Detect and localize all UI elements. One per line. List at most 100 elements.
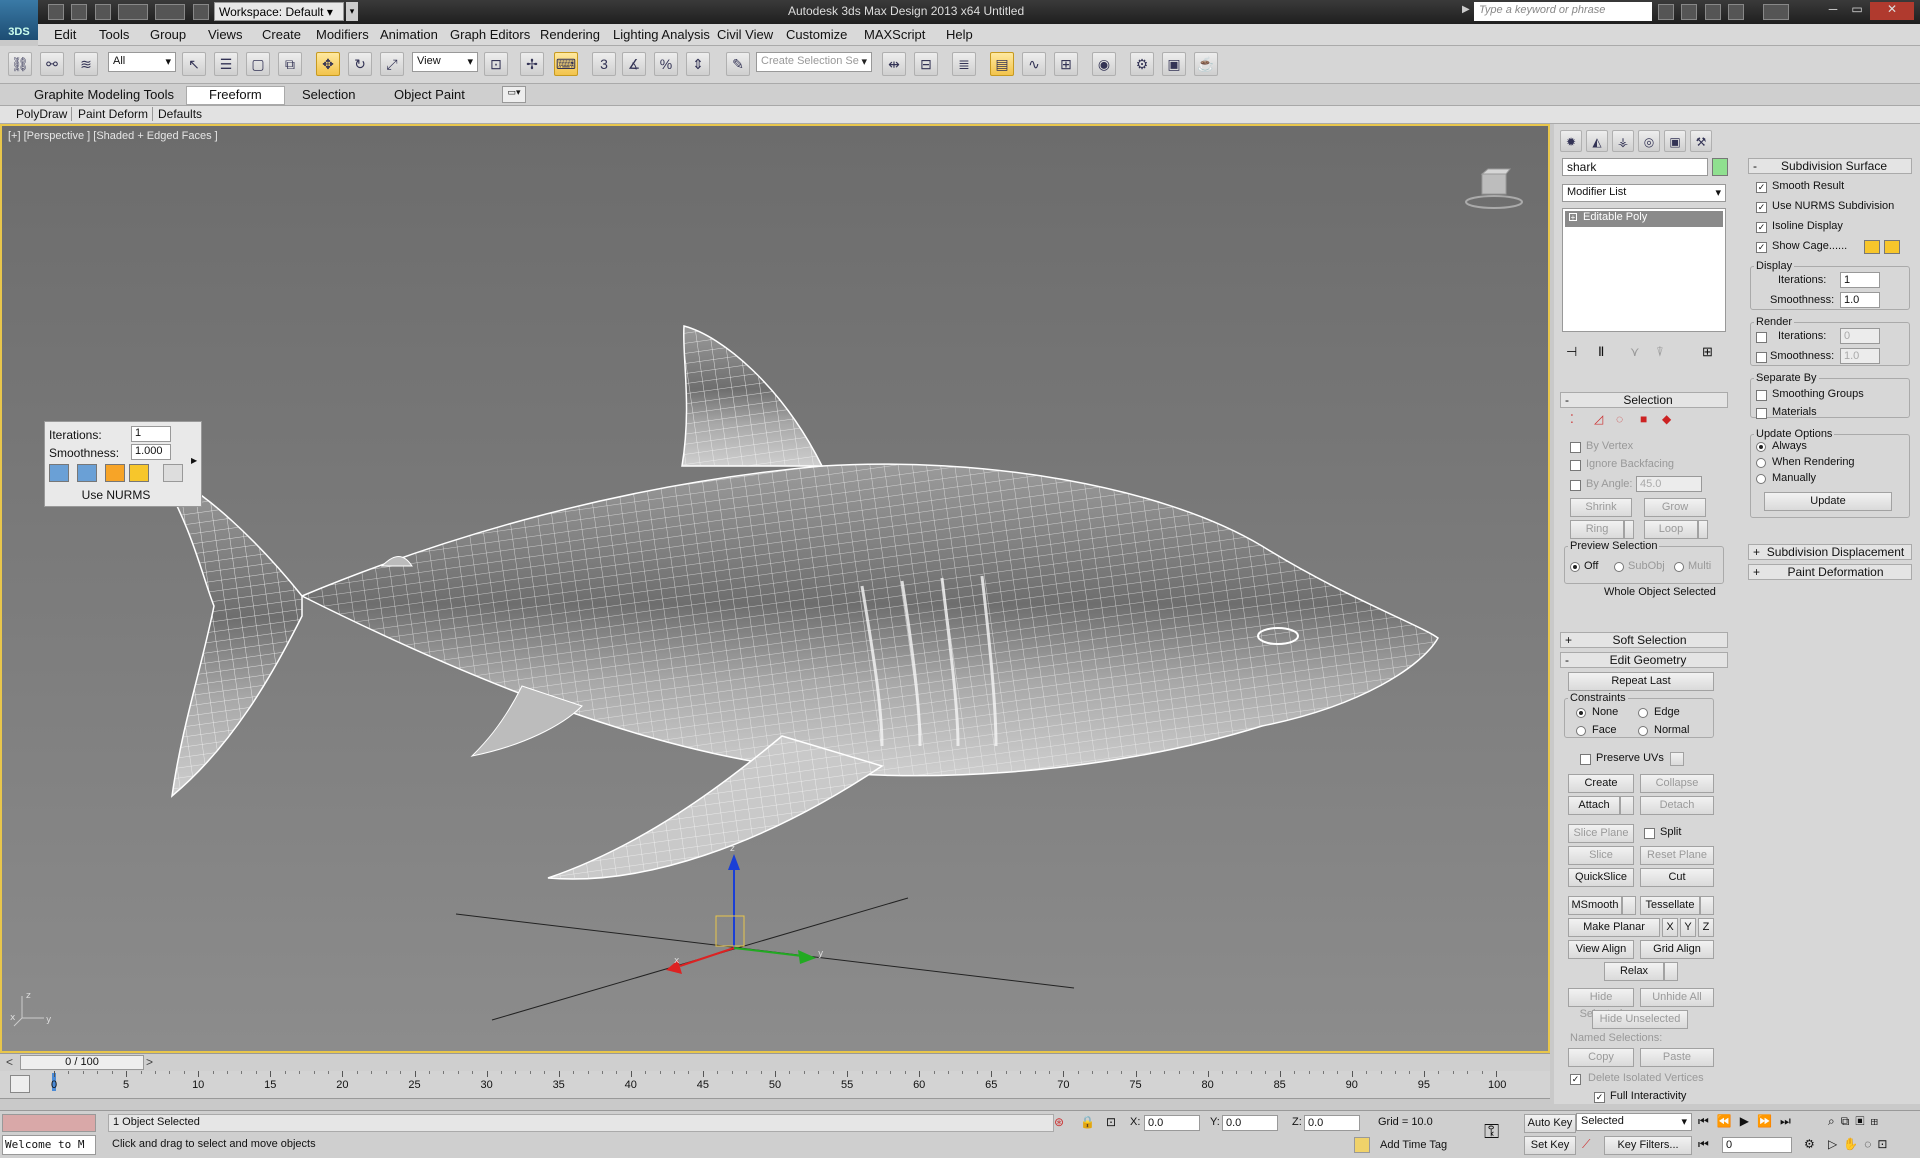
new-file-icon[interactable] <box>48 4 64 20</box>
current-frame-input[interactable]: 0 <box>1722 1137 1792 1153</box>
paint-deformation-header[interactable]: + Paint Deformation <box>1748 564 1912 580</box>
selection-region-icon[interactable]: ▢ <box>246 52 270 76</box>
zoom-all-icon[interactable]: ⧉ <box>1841 1114 1856 1128</box>
constraint-face-radio[interactable] <box>1576 726 1586 736</box>
search-expand-icon[interactable]: ▶ <box>1462 4 1470 15</box>
preview-subobj-radio[interactable] <box>1614 562 1624 572</box>
bind-space-warp-icon[interactable]: ≋ <box>74 52 98 76</box>
render-setup-icon[interactable]: ⚙ <box>1130 52 1154 76</box>
reset-plane-button[interactable]: Reset Plane <box>1640 846 1714 865</box>
slice-plane-button[interactable]: Slice Plane <box>1568 824 1634 843</box>
named-selection-set-dropdown[interactable]: Create Selection Se ▾ <box>756 52 872 72</box>
time-configuration-icon[interactable]: ⚙ <box>1804 1137 1815 1151</box>
menu-group[interactable]: Group <box>150 24 186 42</box>
time-tag-icon[interactable] <box>1354 1137 1370 1153</box>
render-smoothness-checkbox[interactable] <box>1756 352 1767 363</box>
save-file-icon[interactable] <box>94 4 111 20</box>
ignore-backfacing-checkbox[interactable] <box>1570 460 1581 471</box>
unhide-all-button[interactable]: Unhide All <box>1640 988 1714 1007</box>
pivot-center-icon[interactable]: ⊡ <box>484 52 508 76</box>
select-and-move-icon[interactable]: ✥ <box>316 52 340 76</box>
absolute-mode-icon[interactable]: ⊡ <box>1106 1115 1116 1129</box>
time-slider[interactable]: < 0 / 100 > <box>0 1053 1550 1071</box>
update-when-rendering-radio[interactable] <box>1756 458 1766 468</box>
cut-button[interactable]: Cut <box>1640 868 1714 887</box>
copy-button[interactable]: Copy <box>1568 1048 1634 1067</box>
edit-named-selection-icon[interactable]: ✎ <box>726 52 750 76</box>
snaps-toggle-icon[interactable]: 3 <box>592 52 616 76</box>
menu-customize[interactable]: Customize <box>786 24 847 42</box>
edit-geometry-rollout-header[interactable]: - Edit Geometry <box>1560 652 1728 668</box>
selection-lock-icon[interactable]: 🔒 <box>1080 1115 1095 1129</box>
preview-multi-radio[interactable] <box>1674 562 1684 572</box>
use-nurms-checkbox[interactable]: ✓ <box>1756 202 1767 213</box>
planar-x-button[interactable]: X <box>1662 918 1678 937</box>
collapse-button[interactable]: Collapse <box>1640 774 1714 793</box>
object-color-swatch[interactable] <box>1712 158 1728 176</box>
auto-key-button[interactable]: Auto Key <box>1524 1114 1576 1133</box>
rendered-frame-window-icon[interactable]: ▣ <box>1162 52 1186 76</box>
cage-color-2-swatch[interactable] <box>129 464 149 482</box>
subscription-icon[interactable] <box>1681 4 1698 20</box>
preserve-uvs-settings-icon[interactable] <box>1670 752 1684 766</box>
angle-snap-icon[interactable]: ∡ <box>622 52 646 76</box>
show-end-result-icon[interactable]: Ⅱ <box>1598 344 1604 360</box>
project-folder-icon[interactable] <box>192 4 209 20</box>
render-iterations-spinner[interactable]: 0 <box>1840 328 1880 344</box>
tessellate-settings-icon[interactable] <box>1700 896 1714 915</box>
menu-civil-view[interactable]: Civil View <box>717 24 773 42</box>
open-file-icon[interactable] <box>71 4 88 20</box>
tab-freeform[interactable]: Freeform <box>186 86 285 105</box>
mirror-icon[interactable]: ⇹ <box>882 52 906 76</box>
search-input[interactable]: Type a keyword or phrase <box>1474 2 1652 21</box>
modifier-list-dropdown[interactable]: Modifier List ▾ <box>1562 184 1726 202</box>
select-and-scale-icon[interactable]: ⤢ <box>380 52 404 76</box>
by-vertex-checkbox[interactable] <box>1570 442 1581 453</box>
isolate-selection-icon[interactable]: ⊛ <box>1054 1115 1064 1129</box>
update-always-radio[interactable] <box>1756 442 1766 452</box>
set-key-icon[interactable]: ⚿ <box>1484 1121 1499 1144</box>
iterations-spinner[interactable]: 1 <box>131 426 171 442</box>
subdivision-displacement-header[interactable]: + Subdivision Displacement <box>1748 544 1912 560</box>
display-iterations-spinner[interactable]: 1 <box>1840 272 1880 288</box>
field-of-view-icon[interactable]: ▷ <box>1828 1137 1843 1151</box>
workspace-options-button[interactable]: ▾ <box>346 2 358 21</box>
by-angle-spinner[interactable]: 45.0 <box>1636 476 1702 492</box>
close-button[interactable]: ✕ <box>1870 2 1914 20</box>
menu-modifiers[interactable]: Modifiers <box>316 24 369 42</box>
relax-button[interactable]: Relax <box>1604 962 1664 981</box>
full-interactivity-checkbox[interactable]: ✓ <box>1594 1092 1605 1103</box>
msmooth-button[interactable]: MSmooth <box>1568 896 1622 915</box>
preserve-uvs-checkbox[interactable] <box>1580 754 1591 765</box>
menu-graph-editors[interactable]: Graph Editors <box>450 24 530 42</box>
nurms-ok-icon[interactable] <box>49 464 69 482</box>
grow-button[interactable]: Grow <box>1644 498 1706 517</box>
time-slider-prev-icon[interactable]: < <box>6 1055 13 1069</box>
update-manually-radio[interactable] <box>1756 474 1766 484</box>
tessellate-button[interactable]: Tessellate <box>1640 896 1700 915</box>
make-unique-icon[interactable]: ⋎ <box>1630 344 1640 360</box>
orbit-icon[interactable]: ◌ <box>1864 1137 1877 1151</box>
loop-button[interactable]: Loop <box>1644 520 1698 539</box>
menu-help[interactable]: Help <box>946 24 973 42</box>
spinner-snap-icon[interactable]: ⇕ <box>686 52 710 76</box>
planar-z-button[interactable]: Z <box>1698 918 1714 937</box>
loop-spinner[interactable] <box>1698 520 1708 539</box>
menu-views[interactable]: Views <box>208 24 242 42</box>
border-mode-icon[interactable]: ◌ <box>1616 412 1623 426</box>
edge-mode-icon[interactable]: ◿ <box>1594 412 1603 426</box>
caddy-expand-icon[interactable]: ▶ <box>191 456 197 465</box>
panel-defaults[interactable]: Defaults <box>154 107 206 121</box>
pan-view-icon[interactable]: ✋ <box>1843 1137 1864 1151</box>
ribbon-options-icon[interactable]: ▭▾ <box>502 86 526 103</box>
help-icon[interactable] <box>1763 4 1790 20</box>
view-align-button[interactable]: View Align <box>1568 940 1634 959</box>
cage-selection-color-swatch[interactable] <box>1884 240 1900 254</box>
favorites-star-icon[interactable] <box>1728 4 1745 20</box>
shrink-button[interactable]: Shrink <box>1570 498 1632 517</box>
keyboard-shortcut-override-icon[interactable]: ⌨ <box>554 52 578 76</box>
menu-tools[interactable]: Tools <box>99 24 129 42</box>
redo-icon[interactable] <box>155 4 186 20</box>
polygon-mode-icon[interactable]: ■ <box>1640 412 1647 426</box>
materials-checkbox[interactable] <box>1756 408 1767 419</box>
